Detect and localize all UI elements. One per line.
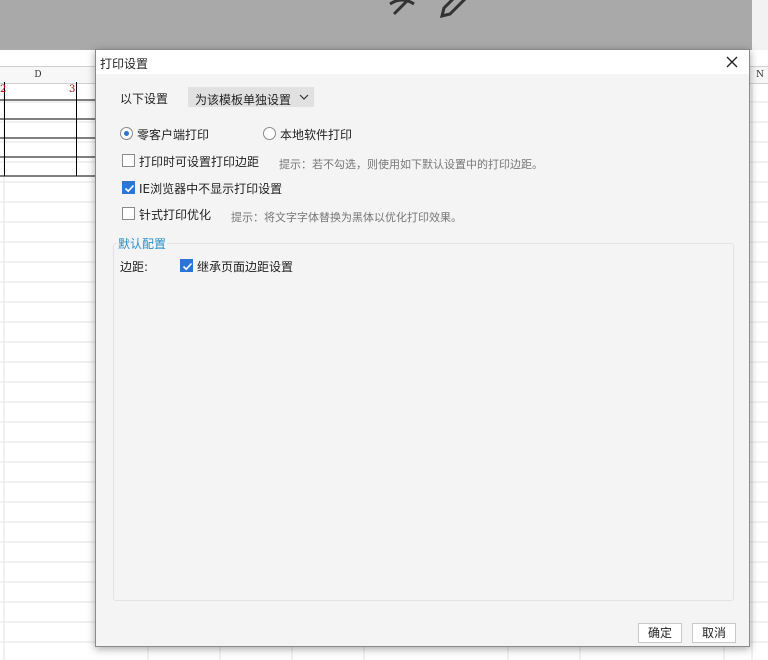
checkmark-icon [182,262,193,271]
dot-matrix-hint: 提示：将文字字体替换为黑体以优化打印效果。 [231,211,462,224]
checkbox-dot-matrix-optimize[interactable] [122,207,135,220]
checkbox-ie-hide-settings[interactable] [122,181,135,194]
column-header-d[interactable]: D [4,67,72,83]
ie-hide-settings-label[interactable]: IE浏览器中不显示打印设置 [139,180,282,197]
default-config-group [113,243,734,601]
ok-button[interactable]: 确定 [638,623,682,643]
close-icon[interactable] [722,53,742,71]
checkbox-inherit-page-margin[interactable] [180,259,193,272]
pencil-icon[interactable] [436,0,472,18]
set-margin-hint: 提示：若不勾选，则使用如下默认设置中的打印边距。 [279,158,543,171]
cell-value[interactable]: 3 [69,84,75,95]
margin-label: 边距: [120,260,149,274]
radio-zero-client-print[interactable] [120,127,133,140]
settings-scope-value: 为该模板单独设置 [195,93,292,107]
set-margin-on-print-label[interactable]: 打印时可设置打印边距 [139,153,259,170]
checkbox-set-margin-on-print[interactable] [122,154,135,167]
cancel-button[interactable]: 取消 [692,623,736,643]
print-settings-dialog: 打印设置 以下设置 为该模板单独设置 零客户端打印 本地软件打印 打印时可设置打… [95,49,750,647]
app-root: D N 2 3 打印设置 以下设置 为该模板单独设置 零客户端打印 本地软件打印… [0,0,768,660]
scrollbar-vertical[interactable] [752,0,768,50]
cell-value[interactable]: 2 [0,84,6,95]
toolbar [0,0,752,50]
checkmark-icon [124,184,135,193]
dialog-title: 打印设置 [100,57,149,71]
dot-matrix-optimize-label[interactable]: 针式打印优化 [139,206,211,223]
eye-off-icon[interactable] [386,0,422,18]
column-header-n[interactable]: N [752,67,768,83]
settings-scope-select[interactable]: 为该模板单独设置 [188,87,314,107]
chevron-down-icon [299,94,309,100]
inherit-page-margin-label[interactable]: 继承页面边距设置 [197,258,293,275]
radio-zero-client-print-label[interactable]: 零客户端打印 [137,126,209,143]
dialog-title-bar[interactable]: 打印设置 [96,50,749,74]
default-config-legend: 默认配置 [117,235,168,252]
radio-local-software-print[interactable] [263,127,276,140]
settings-scope-label: 以下设置 [120,92,169,106]
radio-local-software-print-label[interactable]: 本地软件打印 [280,126,352,143]
